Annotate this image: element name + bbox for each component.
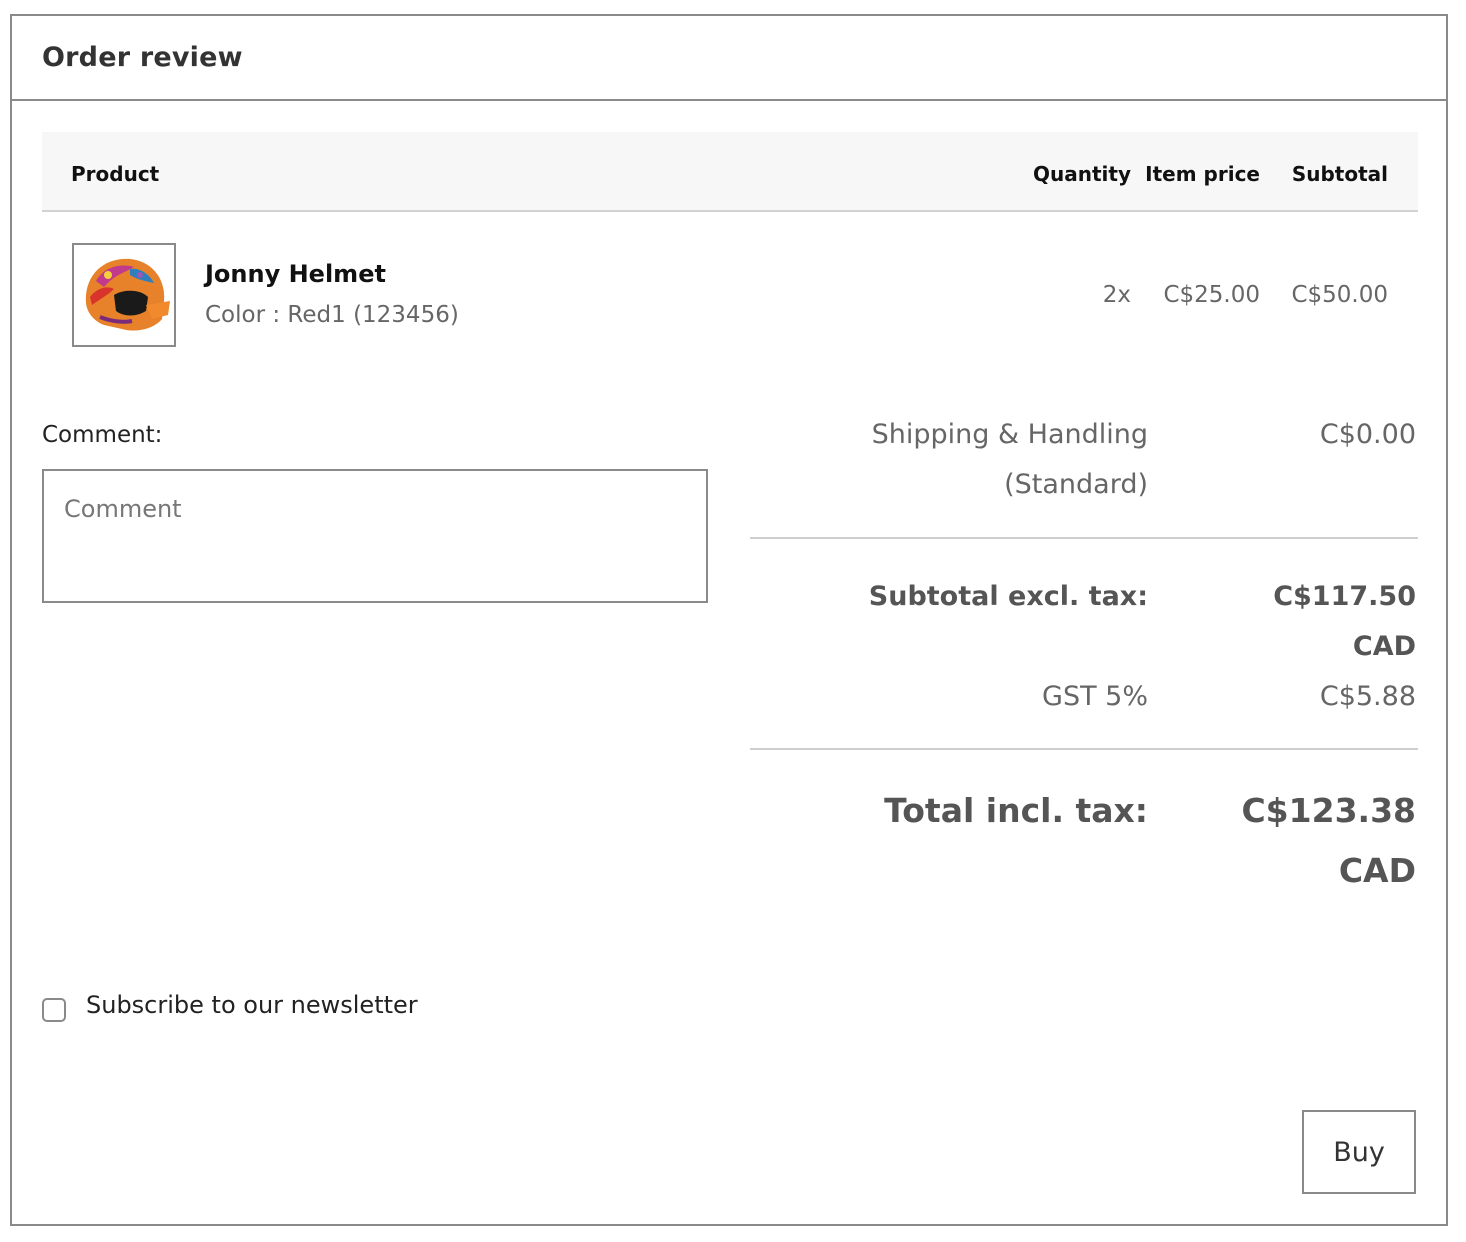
- total-value: C$123.38: [1241, 791, 1416, 830]
- subtotal-value: C$117.50: [1273, 581, 1416, 612]
- comment-input[interactable]: [42, 469, 708, 603]
- column-header-quantity: Quantity: [1033, 162, 1131, 186]
- shipping-value: C$0.00: [1319, 419, 1416, 450]
- totals-divider: [750, 748, 1418, 750]
- column-header-subtotal: Subtotal: [1291, 162, 1388, 186]
- buy-button[interactable]: Buy: [1302, 1110, 1416, 1194]
- helmet-image: [74, 245, 174, 345]
- product-name[interactable]: Jonny Helmet: [205, 260, 386, 288]
- order-review-panel: Order review Product Quantity Item price…: [10, 14, 1448, 1226]
- subtotal-currency: CAD: [1352, 631, 1416, 662]
- comment-label: Comment:: [42, 422, 163, 448]
- product-thumbnail[interactable]: [72, 243, 176, 347]
- tax-value: C$5.88: [1319, 681, 1416, 712]
- subtotal-label: Subtotal excl. tax:: [868, 581, 1148, 612]
- totals-divider: [750, 537, 1418, 539]
- product-quantity: 2x: [1102, 282, 1131, 308]
- products-table-header: Product Quantity Item price Subtotal: [42, 132, 1418, 212]
- product-item-price: C$25.00: [1163, 282, 1260, 308]
- panel-header: Order review: [12, 16, 1446, 101]
- tax-label: GST 5%: [1042, 681, 1148, 712]
- total-currency: CAD: [1338, 851, 1416, 890]
- product-subtotal: C$50.00: [1291, 282, 1388, 308]
- table-row: Jonny Helmet Color : Red1 (123456) 2x C$…: [42, 212, 1418, 382]
- product-variant: Color : Red1 (123456): [205, 302, 459, 328]
- shipping-method: (Standard): [1004, 469, 1148, 500]
- newsletter-label[interactable]: Subscribe to our newsletter: [86, 991, 418, 1019]
- panel-title: Order review: [42, 42, 243, 73]
- total-label: Total incl. tax:: [884, 791, 1148, 830]
- column-header-item-price: Item price: [1145, 162, 1260, 186]
- column-header-product: Product: [71, 162, 160, 186]
- shipping-label: Shipping & Handling: [871, 419, 1148, 450]
- newsletter-checkbox[interactable]: [42, 998, 66, 1022]
